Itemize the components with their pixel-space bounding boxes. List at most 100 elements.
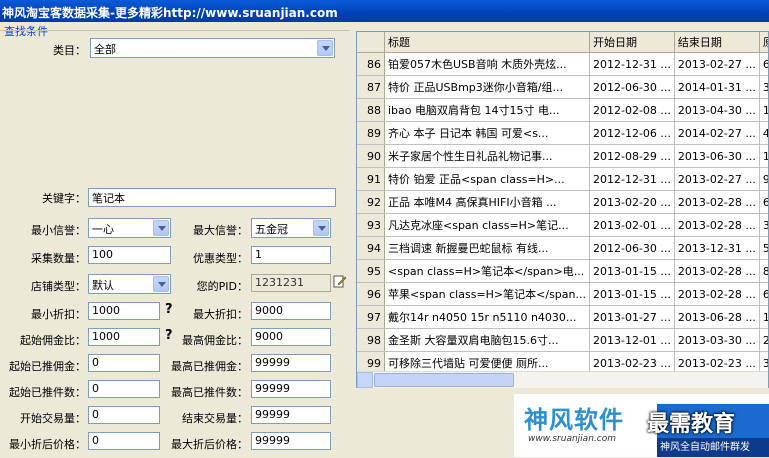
- row-number: 95: [357, 259, 385, 283]
- promo-type-input[interactable]: 1: [251, 246, 331, 264]
- table-cell: 齐心 本子 日记本 韩国 可爱<s...: [384, 121, 590, 145]
- min-discounted-price-input[interactable]: 0: [88, 432, 160, 450]
- table-cell: 铂爱057木色USB音响 木质外壳炫...: [384, 52, 590, 76]
- banner-slogan: 神风全自动邮件群发: [657, 438, 769, 457]
- table-cell: 13.9: [759, 305, 768, 329]
- max-credit-label: 最大信誉：: [193, 224, 248, 237]
- table-row[interactable]: 90 米子家居个性生日礼品礼物记事... 2012-08-29 ... 2013-06…: [357, 144, 768, 168]
- shop-type-select[interactable]: 默认: [88, 274, 171, 294]
- results-grid[interactable]: 标题开始日期结束日期原价 86铂爱057木色USB音响 木质外壳炫...2012…: [356, 31, 769, 388]
- min-discount-input[interactable]: 1000: [88, 302, 160, 320]
- table-row[interactable]: 97 戴尔14r n4050 15r n5110 n4030... 2013-01-…: [357, 305, 768, 329]
- start-promoted-commission-input[interactable]: 0: [88, 354, 160, 372]
- table-row[interactable]: 95 <span class=H>笔记本</span>电... 2013-01-15…: [357, 259, 768, 283]
- promo-type-label: 优惠类型：: [193, 252, 248, 265]
- keyword-label: 关键字：: [42, 192, 86, 205]
- max-discounted-price-input[interactable]: 99999: [251, 432, 331, 450]
- table-header-row: 标题开始日期结束日期原价: [357, 32, 768, 53]
- end-trade-volume-input[interactable]: 99999: [251, 406, 331, 424]
- table-row[interactable]: 98 金圣斯 大容量双肩电脑包15.6寸... 2013-12-01 ... 2013…: [357, 328, 768, 352]
- max-discount-label: 最大折扣：: [193, 308, 248, 321]
- table-row[interactable]: 87 特价 正品USBmp3迷你小音箱/组... 2012-06-30 ... 201…: [357, 75, 768, 99]
- start-trade-volume-input[interactable]: 0: [88, 406, 160, 424]
- table-cell: 2012-12-31 ...: [589, 52, 675, 76]
- window-title: 神风淘宝客数据采集-更多精彩http://www.sruanjian.com: [2, 6, 338, 20]
- table-cell: <span class=H>笔记本</span>电...: [384, 259, 590, 283]
- collect-count-input[interactable]: 100: [88, 246, 171, 264]
- watermark: 最需教育: [647, 412, 736, 437]
- keyword-input[interactable]: 笔记本: [88, 188, 336, 207]
- table-cell: 2013-02-28 ...: [674, 282, 760, 306]
- row-number: 91: [357, 167, 385, 191]
- table-cell: 2012-02-08 ...: [589, 98, 675, 122]
- max-credit-value: 五金冠: [255, 223, 288, 236]
- column-header[interactable]: 原价: [759, 32, 768, 53]
- table-cell: 58.0: [759, 236, 768, 260]
- table-cell: 2013-01-15 ...: [589, 259, 675, 283]
- min-credit-select[interactable]: 一心: [88, 218, 171, 238]
- chevron-down-icon[interactable]: [153, 220, 169, 236]
- min-discounted-price-label: 最小折后价格：: [9, 438, 86, 451]
- table-cell: 2013-02-28 ...: [674, 213, 760, 237]
- table-cell: 2013-06-30 ...: [674, 144, 760, 168]
- table-row[interactable]: 89 齐心 本子 日记本 韩国 可爱<s... 2012-12-06 ... 2014…: [357, 121, 768, 145]
- table-cell: 288.: [759, 328, 768, 352]
- max-commission-rate-label: 最高佣金比：: [182, 334, 248, 347]
- table-cell: 2013-02-20 ...: [589, 190, 675, 214]
- edit-icon[interactable]: [333, 274, 347, 288]
- table-cell: 2012-12-06 ...: [589, 121, 675, 145]
- table-row[interactable]: 93 凡达克冰座<span class=H>笔记... 2013-02-01 ...…: [357, 213, 768, 237]
- pid-input[interactable]: 1231231: [251, 274, 331, 292]
- table-row[interactable]: 96 苹果<span class=H>笔记本</span... 2013-01-15…: [357, 282, 768, 306]
- max-promoted-count-input[interactable]: 99999: [251, 380, 331, 398]
- start-commission-rate-input[interactable]: 1000: [88, 328, 160, 346]
- start-commission-rate-label: 起始佣金比：: [20, 334, 86, 347]
- table-row[interactable]: 94 三档调速 新握曼巴蛇鼠标 有线... 2012-06-30 ... 2013-1…: [357, 236, 768, 260]
- max-commission-rate-input[interactable]: 9000: [251, 328, 331, 346]
- max-credit-select[interactable]: 五金冠: [251, 218, 331, 238]
- table-row[interactable]: 91 特价 铂爱 正品<span class=H>... 2012-12-31 ..…: [357, 167, 768, 191]
- column-header[interactable]: 开始日期: [589, 32, 675, 53]
- table-cell: 85.0: [759, 259, 768, 283]
- table-row[interactable]: 88 ibao 电脑双肩背包 14寸15寸 电... 2012-02-08 ... 2…: [357, 98, 768, 122]
- max-discount-input[interactable]: 9000: [251, 302, 331, 320]
- pid-label: 您的PID：: [196, 280, 248, 293]
- table-cell: 60.0: [759, 282, 768, 306]
- table-cell: 2013-06-28 ...: [674, 305, 760, 329]
- chevron-down-icon[interactable]: [317, 40, 333, 56]
- brand-logo: 神风软件: [524, 406, 624, 434]
- table-cell: 69.0: [759, 190, 768, 214]
- column-header[interactable]: [357, 32, 385, 53]
- table-cell: 米子家居个性生日礼品礼物记事...: [384, 144, 590, 168]
- start-promoted-commission-label: 起始已推佣金：: [9, 360, 86, 373]
- table-cell: 苹果<span class=H>笔记本</span...: [384, 282, 590, 306]
- scroll-left-icon[interactable]: [357, 372, 373, 388]
- column-header[interactable]: 结束日期: [674, 32, 760, 53]
- category-select[interactable]: 全部: [90, 38, 335, 58]
- table-cell: 199.: [759, 98, 768, 122]
- table-cell: 2013-03-30 ...: [674, 328, 760, 352]
- horizontal-scrollbar[interactable]: [357, 371, 768, 388]
- start-promoted-count-input[interactable]: 0: [88, 380, 160, 398]
- row-number: 87: [357, 75, 385, 99]
- row-number: 88: [357, 98, 385, 122]
- table-cell: ibao 电脑双肩背包 14寸15寸 电...: [384, 98, 590, 122]
- max-discounted-price-label: 最大折后价格：: [171, 438, 248, 451]
- column-header[interactable]: 标题: [384, 32, 590, 53]
- chevron-down-icon[interactable]: [153, 276, 169, 292]
- table-cell: 2013-02-27 ...: [674, 52, 760, 76]
- table-cell: 戴尔14r n4050 15r n5110 n4030...: [384, 305, 590, 329]
- table-cell: 2013-02-28 ...: [674, 190, 760, 214]
- table-cell: 2013-02-27 ...: [674, 167, 760, 191]
- row-number: 97: [357, 305, 385, 329]
- max-promoted-commission-label: 最高已推佣金：: [171, 360, 248, 373]
- title-bar: 神风淘宝客数据采集-更多精彩http://www.sruanjian.com: [0, 0, 769, 22]
- table-row[interactable]: 92 正品 本唯M4 高保真HIFI小音箱 ... 2013-02-20 ... 20…: [357, 190, 768, 214]
- scrollbar-thumb[interactable]: [374, 373, 514, 387]
- table-cell: 三档调速 新握曼巴蛇鼠标 有线...: [384, 236, 590, 260]
- empty-panel: [356, 390, 514, 457]
- chevron-down-icon[interactable]: [313, 220, 329, 236]
- table-row[interactable]: 86 铂爱057木色USB音响 木质外壳炫... 2012-12-31 ... 201…: [357, 52, 768, 76]
- table-cell: 2012-06-30 ...: [589, 75, 675, 99]
- max-promoted-commission-input[interactable]: 99999: [251, 354, 331, 372]
